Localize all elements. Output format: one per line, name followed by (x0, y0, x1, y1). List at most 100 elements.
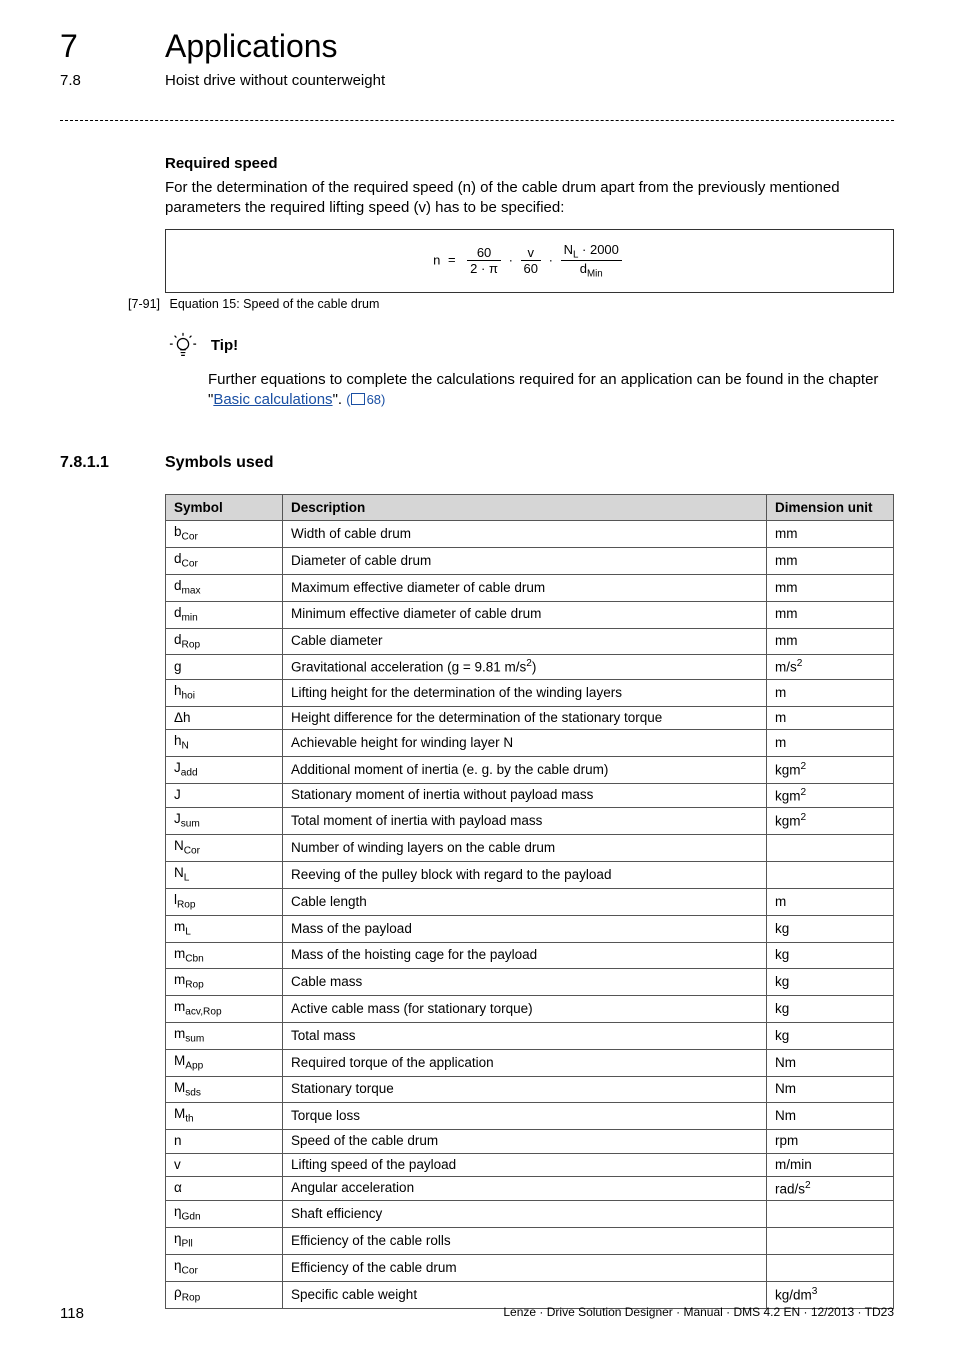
table-row: dmaxMaximum effective diameter of cable … (166, 574, 894, 601)
description-cell: Required torque of the application (283, 1049, 767, 1076)
table-row: mLMass of the payloadkg (166, 915, 894, 942)
table-row: dRopCable diametermm (166, 628, 894, 655)
unit-cell (767, 1201, 894, 1228)
eq-frac3-num: NL · 2000 (561, 242, 622, 262)
chapter-title: Applications (165, 28, 338, 65)
eq-frac1: 60 2 · π (467, 245, 501, 276)
unit-cell: Nm (767, 1049, 894, 1076)
symbol-cell: MApp (166, 1049, 283, 1076)
description-cell: Active cable mass (for stationary torque… (283, 996, 767, 1023)
tip-body: Further equations to complete the calcul… (208, 370, 894, 411)
table-row: NCorNumber of winding layers on the cabl… (166, 835, 894, 862)
symbol-cell: dmax (166, 574, 283, 601)
section-number: 7.8 (60, 72, 81, 89)
symbol-cell: msum (166, 1023, 283, 1050)
table-row: MAppRequired torque of the applicationNm (166, 1049, 894, 1076)
symbol-cell: dCor (166, 548, 283, 575)
section-title: Hoist drive without counterweight (165, 72, 385, 89)
table-row: dCorDiameter of cable drummm (166, 548, 894, 575)
table-row: hNAchievable height for winding layer Nm (166, 730, 894, 757)
subsection-title: Symbols used (165, 454, 273, 471)
table-row: lRopCable lengthm (166, 888, 894, 915)
table-row: msumTotal masskg (166, 1023, 894, 1050)
unit-cell: rad/s2 (767, 1176, 894, 1201)
book-icon (351, 393, 365, 405)
table-row: MsdsStationary torqueNm (166, 1076, 894, 1103)
description-cell: Gravitational acceleration (g = 9.81 m/s… (283, 655, 767, 680)
unit-cell: m/min (767, 1153, 894, 1176)
basic-calculations-link[interactable]: Basic calculations (213, 391, 332, 408)
description-cell: Total mass (283, 1023, 767, 1050)
description-cell: Number of winding layers on the cable dr… (283, 835, 767, 862)
th-unit: Dimension unit (767, 495, 894, 521)
symbol-cell: ηPll (166, 1228, 283, 1255)
symbols-table: Symbol Description Dimension unit bCorWi… (165, 494, 894, 1309)
table-row: bCorWidth of cable drummm (166, 521, 894, 548)
divider-line (60, 120, 894, 121)
required-speed-paragraph: For the determination of the required sp… (165, 178, 894, 219)
unit-cell: m/s2 (767, 655, 894, 680)
description-cell: Torque loss (283, 1103, 767, 1130)
symbol-cell: lRop (166, 888, 283, 915)
table-row: hhoiLifting height for the determination… (166, 680, 894, 707)
symbol-cell: n (166, 1130, 283, 1153)
equation-box: n = 60 2 · π · v 60 · NL · 2000 dMin (165, 229, 894, 293)
eq-dot2: · (549, 252, 553, 267)
eq-frac2-num: v (521, 245, 541, 261)
description-cell: Reeving of the pulley block with regard … (283, 862, 767, 889)
symbol-cell: J (166, 783, 283, 808)
eq-lhs: n (433, 252, 440, 267)
page-ref[interactable]: (68) (346, 392, 385, 407)
description-cell: Stationary moment of inertia without pay… (283, 783, 767, 808)
table-row: mCbnMass of the hoisting cage for the pa… (166, 942, 894, 969)
caption-text: Equation 15: Speed of the cable drum (169, 297, 379, 311)
unit-cell: mm (767, 548, 894, 575)
footer-text: Lenze · Drive Solution Designer · Manual… (503, 1305, 894, 1319)
symbol-cell: mRop (166, 969, 283, 996)
description-cell: Total moment of inertia with payload mas… (283, 808, 767, 835)
description-cell: Shaft efficiency (283, 1201, 767, 1228)
unit-cell (767, 862, 894, 889)
symbol-cell: Mth (166, 1103, 283, 1130)
description-cell: Stationary torque (283, 1076, 767, 1103)
table-row: vLifting speed of the payloadm/min (166, 1153, 894, 1176)
table-row: ηCorEfficiency of the cable drum (166, 1255, 894, 1282)
unit-cell: Nm (767, 1076, 894, 1103)
symbol-cell: hN (166, 730, 283, 757)
description-cell: Achievable height for winding layer N (283, 730, 767, 757)
table-row: MthTorque lossNm (166, 1103, 894, 1130)
unit-cell: mm (767, 574, 894, 601)
equation-caption: [7-91] Equation 15: Speed of the cable d… (60, 297, 894, 311)
unit-cell: kg (767, 1023, 894, 1050)
description-cell: Lifting speed of the payload (283, 1153, 767, 1176)
description-cell: Efficiency of the cable drum (283, 1255, 767, 1282)
description-cell: Mass of the payload (283, 915, 767, 942)
table-row: gGravitational acceleration (g = 9.81 m/… (166, 655, 894, 680)
description-cell: Additional moment of inertia (e. g. by t… (283, 756, 767, 783)
eq-frac3: NL · 2000 dMin (561, 242, 622, 280)
tip-body-post: ". (333, 391, 347, 408)
table-row: ηPllEfficiency of the cable rolls (166, 1228, 894, 1255)
unit-cell: kg (767, 996, 894, 1023)
symbol-cell: hhoi (166, 680, 283, 707)
eq-frac1-num: 60 (467, 245, 501, 261)
table-row: αAngular accelerationrad/s2 (166, 1176, 894, 1201)
caption-label: [7-91] (60, 297, 160, 311)
unit-cell: kgm2 (767, 783, 894, 808)
symbol-cell: Msds (166, 1076, 283, 1103)
unit-cell: kg (767, 969, 894, 996)
eq-frac3-den: dMin (561, 261, 622, 280)
unit-cell: mm (767, 521, 894, 548)
symbol-cell: g (166, 655, 283, 680)
symbol-cell: NCor (166, 835, 283, 862)
unit-cell: Nm (767, 1103, 894, 1130)
table-row: JaddAdditional moment of inertia (e. g. … (166, 756, 894, 783)
symbol-cell: dmin (166, 601, 283, 628)
description-cell: Efficiency of the cable rolls (283, 1228, 767, 1255)
symbol-cell: mCbn (166, 942, 283, 969)
symbol-cell: ηGdn (166, 1201, 283, 1228)
table-row: dminMinimum effective diameter of cable … (166, 601, 894, 628)
symbol-cell: α (166, 1176, 283, 1201)
tip-label: Tip! (211, 331, 238, 354)
eq-dot1: · (509, 252, 513, 267)
